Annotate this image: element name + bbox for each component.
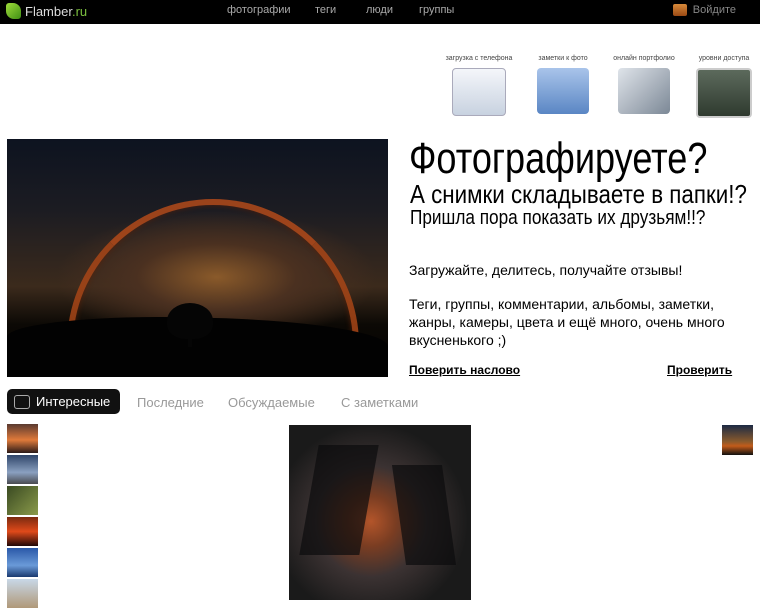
thumbnail-list [7,424,38,610]
photo-thumbnail[interactable] [722,425,753,455]
photo-notes-icon [537,68,589,114]
nav-groups[interactable]: группы [419,4,454,16]
photo-thumbnail[interactable] [7,517,38,546]
hero-subheadline-2: Пришла пора показать их друзьям!!? [410,207,706,229]
photo-thumbnail[interactable] [7,579,38,608]
check-link[interactable]: Проверить [667,363,732,377]
nav-people[interactable]: люди [366,4,393,16]
hero-features-text: Теги, группы, комментарии, альбомы, заме… [409,296,725,348]
hero-headline: Фотографируете? [409,134,708,183]
hero-photo [7,139,388,377]
photo-thumbnail[interactable] [7,548,38,577]
feature-portfolio[interactable]: онлайн портфолио [608,55,680,114]
main-nav: фотографии теги люди группы [0,4,760,20]
tab-with-notes[interactable]: С заметками [341,395,418,410]
hero-tagline: Загружайте, делитесь, получайте отзывы! [409,262,683,278]
hero-subheadline: А снимки складываете в папки!? [410,179,747,209]
top-bar: Flamber.ru фотографии теги люди группы В… [0,0,760,24]
tab-latest[interactable]: Последние [137,395,204,410]
trust-link[interactable]: Поверить наслово [409,363,520,377]
featured-photo[interactable] [289,425,471,600]
nav-tags[interactable]: теги [315,4,336,16]
phone-upload-icon [452,68,506,116]
portfolio-icon [618,68,670,114]
nav-photos[interactable]: фотографии [227,4,291,16]
access-levels-icon [696,68,752,118]
feature-photo-notes[interactable]: заметки к фото [527,55,599,114]
feature-access-levels[interactable]: уровни доступа [688,55,760,118]
photos-stack-icon [14,394,30,409]
photo-thumbnail[interactable] [7,424,38,453]
photo-thumbnail[interactable] [7,486,38,515]
tab-discussed[interactable]: Обсуждаемые [228,395,315,410]
login-link[interactable]: Войдите [672,4,736,16]
login-icon [672,4,687,16]
photo-thumbnail[interactable] [7,455,38,484]
feature-phone-upload[interactable]: загрузка с телефона [443,55,515,116]
tab-interesting[interactable]: Интересные [7,389,120,414]
